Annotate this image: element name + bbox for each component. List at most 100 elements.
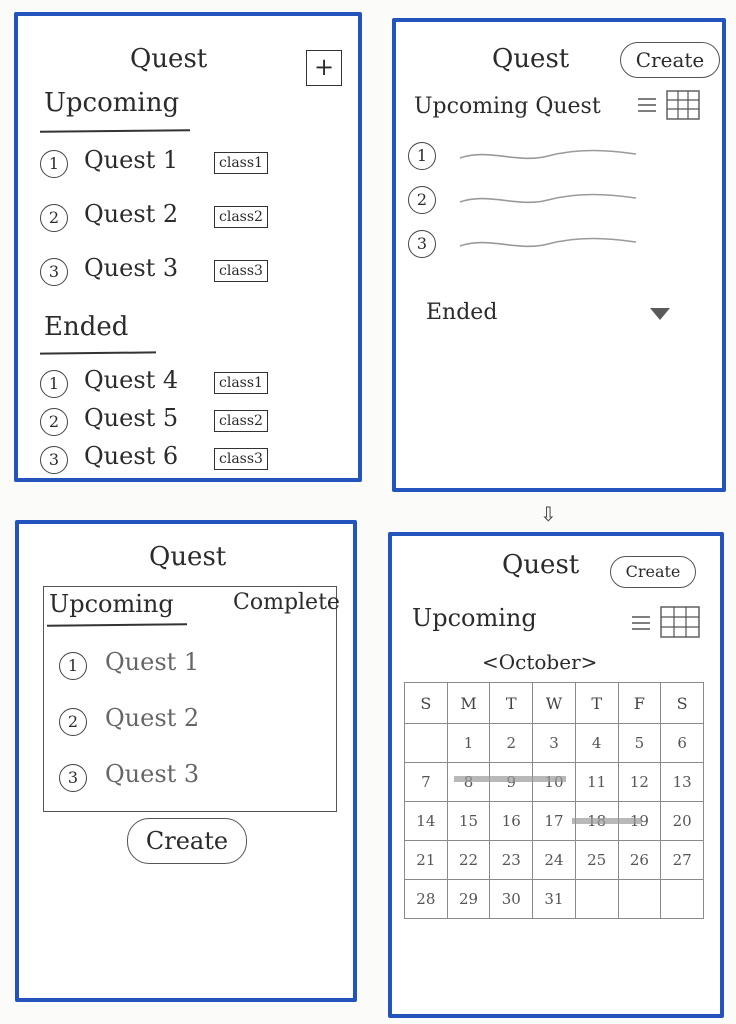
list-view-icon[interactable] [636,94,658,116]
calendar-day[interactable]: 3 [532,723,576,763]
calendar-day[interactable]: 31 [532,879,576,919]
page-title: Quest [492,44,570,74]
item-number: 1 [40,150,68,178]
calendar-day[interactable] [660,879,704,919]
calendar-day[interactable]: 12 [617,762,662,802]
calendar-day[interactable]: 5 [617,723,662,763]
placeholder-text-line[interactable] [458,188,638,212]
calendar-day[interactable]: 4 [574,723,619,763]
calendar-day[interactable]: 22 [446,840,491,880]
calendar-day[interactable]: 23 [489,840,534,880]
class-tag[interactable]: class3 [214,448,268,470]
calendar-day[interactable]: 7 [404,762,448,802]
sketch-screen-2: Quest Create Upcoming Quest 1 2 3 Ended [392,18,726,492]
item-number: 1 [408,142,436,170]
calendar-day[interactable]: 27 [660,840,704,880]
calendar-day[interactable]: 6 [660,723,704,763]
calendar-day[interactable]: 25 [574,840,619,880]
placeholder-text-line[interactable] [458,232,638,256]
class-tag[interactable]: class3 [214,260,268,282]
page-title: Quest [502,550,580,580]
weekday-header: M [446,682,491,724]
calendar-day[interactable] [574,879,619,919]
sketch-screen-4: Quest Create Upcoming <October> SMTWTFS … [388,532,724,1018]
quest-item-label[interactable]: Quest 6 [84,442,178,470]
calendar-day[interactable] [617,879,662,919]
calendar-grid: SMTWTFS 12345678910111213141516171819202… [404,682,704,919]
upcoming-underline [39,129,191,133]
item-number: 3 [40,258,68,286]
item-number: 1 [59,652,87,680]
calendar-day[interactable]: 30 [489,879,534,919]
tab-complete[interactable]: Complete [233,590,340,615]
calendar-day[interactable]: 20 [660,801,704,841]
triangle-down-icon[interactable] [648,306,672,322]
weekday-header: T [489,682,534,724]
quest-item-label[interactable]: Quest 3 [84,254,178,282]
quest-item-label[interactable]: Quest 1 [105,648,199,676]
upcoming-heading: Upcoming [412,604,537,632]
flow-arrow-icon: ⇩ [540,502,557,526]
class-tag[interactable]: class1 [214,372,268,394]
item-number: 2 [40,204,68,232]
calendar-day[interactable]: 11 [574,762,619,802]
calendar-day[interactable]: 17 [532,801,576,841]
calendar-day[interactable]: 16 [489,801,534,841]
calendar-day[interactable]: 28 [404,879,448,919]
add-quest-button[interactable]: + [306,50,342,86]
event-bar[interactable] [454,776,566,782]
page-title: Quest [130,44,208,74]
calendar-day[interactable]: 9 [489,762,534,802]
item-number: 3 [59,764,87,792]
calendar-day[interactable]: 24 [532,840,576,880]
class-tag[interactable]: class2 [214,410,268,432]
sketch-screen-3: Quest Upcoming Complete 1 Quest 1 2 Quest 2… [15,520,357,1002]
item-number: 2 [59,708,87,736]
weekday-header: T [574,682,619,724]
item-number: 3 [40,446,68,474]
event-bar[interactable] [572,818,642,824]
calendar-day[interactable]: 15 [446,801,491,841]
calendar-grid-icon[interactable] [660,606,700,638]
calendar-day[interactable]: 29 [446,879,491,919]
calendar-day[interactable]: 13 [660,762,704,802]
weekday-header: W [532,682,576,724]
calendar-day[interactable]: 10 [532,762,576,802]
create-button[interactable]: Create [127,818,247,864]
upcoming-quest-heading: Upcoming Quest [414,94,601,119]
quest-item-label[interactable]: Quest 2 [84,200,178,228]
calendar-day[interactable]: 26 [617,840,662,880]
item-number: 2 [408,186,436,214]
page-title: Quest [149,542,227,572]
calendar-day[interactable]: 2 [489,723,534,763]
item-number: 2 [40,408,68,436]
calendar-day[interactable]: 14 [404,801,448,841]
weekday-header: S [404,682,448,724]
create-button[interactable]: Create [620,42,720,78]
quest-item-label[interactable]: Quest 4 [84,366,178,394]
quest-item-label[interactable]: Quest 2 [105,704,199,732]
ended-heading: Ended [426,300,498,325]
list-view-icon[interactable] [630,612,652,634]
weekday-header: F [617,682,662,724]
calendar-day[interactable]: 8 [446,762,491,802]
month-selector[interactable]: <October> [482,650,597,674]
placeholder-text-line[interactable] [458,144,638,168]
calendar-day[interactable] [404,723,448,763]
item-number: 1 [40,370,68,398]
calendar-day[interactable]: 1 [446,723,491,763]
quest-item-label[interactable]: Quest 5 [84,404,178,432]
class-tag[interactable]: class1 [214,152,268,174]
upcoming-heading: Upcoming [44,88,180,118]
class-tag[interactable]: class2 [214,206,268,228]
weekday-header: S [660,682,704,724]
quest-item-label[interactable]: Quest 1 [84,146,178,174]
calendar-grid-icon[interactable] [666,90,700,120]
ended-underline [39,351,157,355]
sketch-screen-1: Quest + Upcoming 1 Quest 1 class1 2 Quest 2 c… [14,12,362,482]
calendar-day[interactable]: 21 [404,840,448,880]
tab-upcoming[interactable]: Upcoming [49,590,174,618]
ended-heading: Ended [44,312,129,342]
quest-item-label[interactable]: Quest 3 [105,760,199,788]
create-button[interactable]: Create [610,556,696,588]
